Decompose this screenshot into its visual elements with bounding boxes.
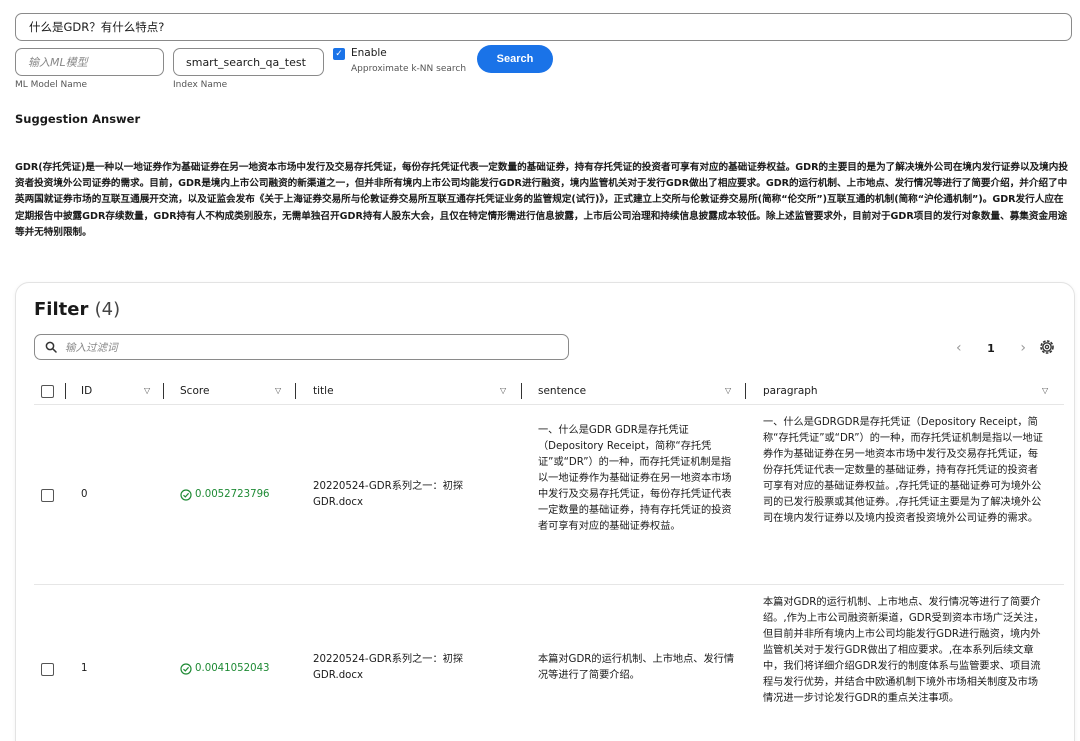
column-divider xyxy=(745,383,746,399)
filter-title: Filter (4) xyxy=(34,299,120,320)
select-all-checkbox[interactable] xyxy=(41,384,54,398)
row-title: 20220524-GDR系列之一：初探GDR.docx xyxy=(313,654,464,681)
filter-count: (4) xyxy=(94,299,121,320)
filter-placeholder: 输入过滤词 xyxy=(65,341,118,354)
column-divider xyxy=(163,383,164,399)
table-header: ID ▽ Score ▽ title ▽ sentence ▽ paragrap… xyxy=(34,377,1064,405)
column-divider xyxy=(295,383,296,399)
row-paragraph: 一、什么是GDRGDR是存托凭证（Depository Receipt，简称“存… xyxy=(763,417,1043,524)
row-sentence: 本篇对GDR的运行机制、上市地点、发行情况等进行了简要介绍。 xyxy=(538,654,735,681)
suggestion-title: Suggestion Answer xyxy=(15,112,141,126)
filter-title-label: Filter xyxy=(34,299,89,320)
current-page[interactable]: 1 xyxy=(987,342,995,355)
ml-model-input[interactable]: 输入ML模型 xyxy=(15,48,164,76)
search-button[interactable]: Search xyxy=(477,45,553,73)
sort-down-icon[interactable]: ▽ xyxy=(500,386,506,395)
filter-panel: Filter (4) 输入过滤词 ‹ 1 › ID ▽ Score ▽ titl… xyxy=(15,282,1075,741)
table-row[interactable]: 0 0.0052723796 20220524-GDR系列之一：初探GDR.do… xyxy=(34,405,1064,585)
check-circle-icon xyxy=(180,663,192,675)
knn-enable-label: Enable xyxy=(351,47,387,59)
column-header-title[interactable]: title xyxy=(313,377,334,405)
filter-input[interactable]: 输入过滤词 xyxy=(34,334,569,360)
row-id: 0 xyxy=(81,489,88,500)
gear-icon[interactable] xyxy=(1038,338,1056,356)
column-divider xyxy=(521,383,522,399)
suggestion-answer-text: GDR(存托凭证)是一种以一地证券作为基础证券在另一地资本市场中发行及交易存托凭… xyxy=(15,162,1068,238)
column-divider xyxy=(65,383,66,399)
row-paragraph: 本篇对GDR的运行机制、上市地点、发行情况等进行了简要介绍。,作为上市公司融资新… xyxy=(763,597,1044,704)
check-circle-icon xyxy=(180,489,192,501)
knn-checkbox[interactable]: ✓ xyxy=(333,48,345,60)
row-id: 1 xyxy=(81,663,88,674)
row-sentence: 一、什么是GDR GDR是存托凭证（Depository Receipt，简称“… xyxy=(538,425,732,532)
table-row[interactable]: 1 0.0041052043 20220524-GDR系列之一：初探GDR.do… xyxy=(34,585,1064,741)
sort-down-icon[interactable]: ▽ xyxy=(275,386,281,395)
row-title: 20220524-GDR系列之一：初探GDR.docx xyxy=(313,481,464,508)
sort-down-icon[interactable]: ▽ xyxy=(144,386,150,395)
row-checkbox[interactable] xyxy=(41,489,54,502)
row-score-value: 0.0052723796 xyxy=(195,489,270,500)
search-icon xyxy=(45,341,57,353)
row-score: 0.0052723796 xyxy=(180,487,270,503)
knn-sublabel: Approximate k-NN search xyxy=(351,64,467,74)
column-header-paragraph[interactable]: paragraph xyxy=(763,377,818,405)
pagination: ‹ 1 › xyxy=(956,338,1026,358)
index-name-label: Index Name xyxy=(173,80,228,90)
sort-down-icon[interactable]: ▽ xyxy=(725,386,731,395)
column-header-sentence[interactable]: sentence xyxy=(538,377,586,405)
row-score: 0.0041052043 xyxy=(180,661,270,677)
query-input[interactable]: 什么是GDR？有什么特点? xyxy=(15,13,1072,41)
column-header-score[interactable]: Score xyxy=(180,377,209,405)
column-header-id[interactable]: ID xyxy=(81,377,92,405)
next-page-icon[interactable]: › xyxy=(1020,340,1026,356)
sort-down-icon[interactable]: ▽ xyxy=(1042,386,1048,395)
prev-page-icon[interactable]: ‹ xyxy=(956,340,962,356)
row-score-value: 0.0041052043 xyxy=(195,663,270,674)
results-table: ID ▽ Score ▽ title ▽ sentence ▽ paragrap… xyxy=(34,377,1064,741)
ml-model-label: ML Model Name xyxy=(15,80,88,90)
index-name-input[interactable]: smart_search_qa_test xyxy=(173,48,324,76)
row-checkbox[interactable] xyxy=(41,663,54,676)
